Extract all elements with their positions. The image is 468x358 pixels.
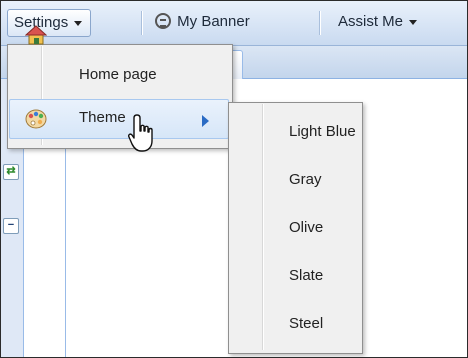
settings-menu-button[interactable]: Settings <box>7 9 92 37</box>
theme-option[interactable]: Light Blue <box>289 123 356 140</box>
banner-logo-icon <box>155 13 171 30</box>
theme-option[interactable]: Olive <box>289 219 323 236</box>
app-window: Settings My Banner Assist Me reen ✖ ⇄ − … <box>0 0 468 358</box>
collapse-icon[interactable]: − <box>3 218 19 234</box>
menu-item-label: Home page <box>79 66 157 83</box>
theme-option[interactable]: Slate <box>289 267 323 284</box>
submenu-icon-gutter <box>262 104 263 350</box>
chevron-down-icon <box>409 19 418 25</box>
home-icon <box>25 25 47 45</box>
hand-cursor-icon <box>128 114 153 152</box>
theme-option[interactable]: Gray <box>289 171 322 188</box>
chevron-down-icon <box>74 20 83 26</box>
theme-option[interactable]: Steel <box>289 315 323 332</box>
top-toolbar: Settings My Banner Assist Me <box>1 1 467 46</box>
banner-label: My Banner <box>177 13 250 30</box>
toolbar-divider <box>319 11 320 35</box>
my-banner-button[interactable]: My Banner <box>155 11 250 33</box>
assist-me-button[interactable]: Assist Me <box>338 11 418 33</box>
toolbar-divider <box>141 11 142 35</box>
menu-item-label: Theme <box>79 109 126 126</box>
palette-icon <box>25 109 47 129</box>
assist-label: Assist Me <box>338 13 404 30</box>
refresh-icon[interactable]: ⇄ <box>3 164 19 180</box>
submenu-arrow-icon <box>202 115 209 127</box>
